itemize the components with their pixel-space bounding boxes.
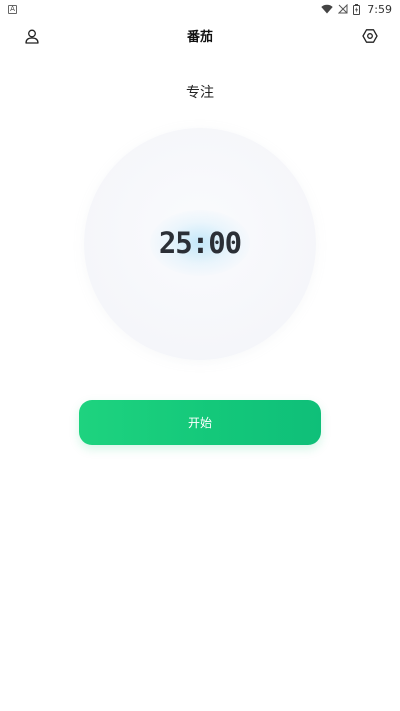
settings-icon (362, 29, 378, 43)
timer-display: 25:00 (158, 226, 242, 260)
status-time: 7:59 (367, 2, 392, 16)
mode-label: 专注 (186, 85, 214, 101)
status-left: A (8, 4, 17, 14)
app-header: 番茄 (0, 20, 400, 52)
status-bar: A 7:59 (0, 0, 400, 18)
profile-button[interactable] (23, 27, 41, 45)
notification-icon: A (8, 4, 17, 14)
cellular-off-icon (338, 4, 348, 14)
start-button[interactable]: 开始 (79, 400, 321, 445)
wifi-icon (321, 4, 333, 14)
battery-icon (353, 3, 361, 15)
page-title: 番茄 (186, 30, 213, 45)
timer-circle[interactable]: 25:00 (84, 128, 316, 360)
user-icon (25, 29, 39, 44)
status-right: 7:59 (321, 3, 392, 16)
pomodoro-screen: A 7:59 番茄 专注 25:00 开始 (0, 0, 400, 711)
settings-button[interactable] (361, 27, 379, 45)
